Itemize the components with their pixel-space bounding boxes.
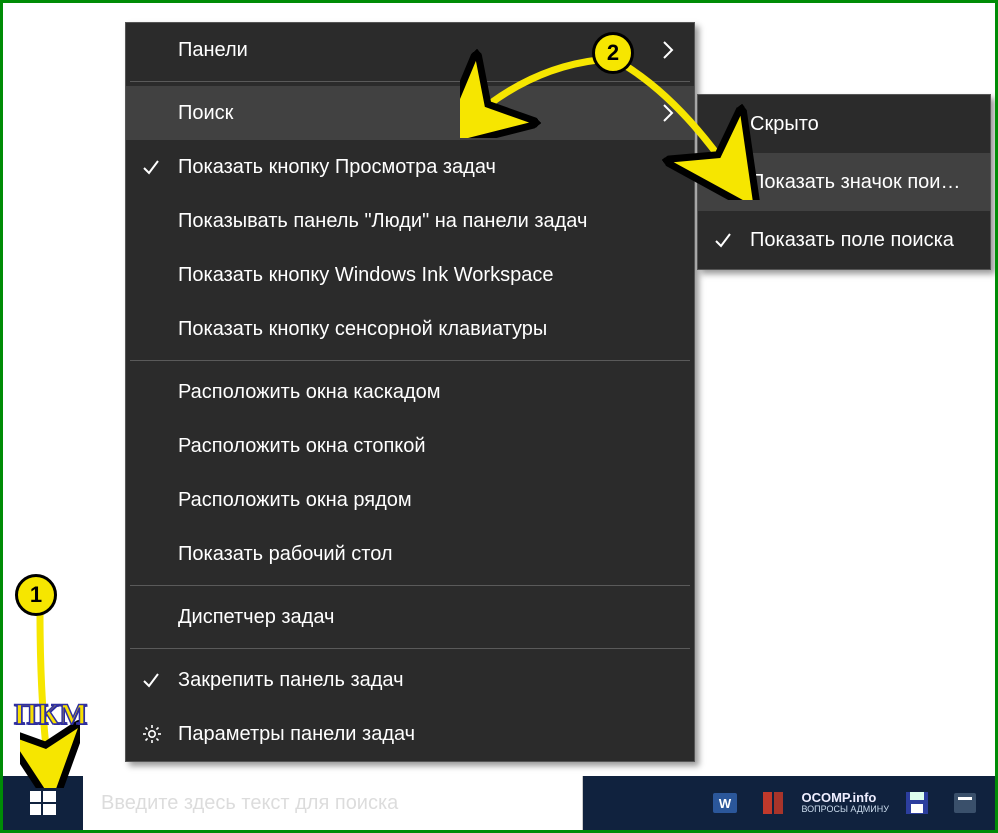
search-placeholder: Введите здесь текст для поиска bbox=[101, 792, 398, 815]
annotation-badge-2: 2 bbox=[592, 32, 634, 74]
gear-icon bbox=[142, 724, 178, 744]
menu-item-side[interactable]: Расположить окна рядом bbox=[126, 473, 694, 527]
menu-item-touch-keyboard[interactable]: Показать кнопку сенсорной клавиатуры bbox=[126, 302, 694, 356]
annotation-pkm-label: ПКМ bbox=[14, 698, 87, 732]
menu-item-ink[interactable]: Показать кнопку Windows Ink Workspace bbox=[126, 248, 694, 302]
chevron-right-icon bbox=[656, 40, 674, 60]
menu-label: Расположить окна рядом bbox=[178, 489, 674, 512]
separator bbox=[130, 585, 690, 586]
watermark-title: OCOMP.info bbox=[801, 791, 889, 805]
menu-label: Показывать панель "Люди" на панели задач bbox=[178, 210, 674, 233]
check-icon bbox=[714, 231, 750, 249]
menu-label: Поиск bbox=[178, 102, 656, 125]
windows-icon bbox=[28, 788, 58, 818]
menu-label: Скрыто bbox=[750, 113, 970, 136]
separator bbox=[130, 81, 690, 82]
menu-label: Показать кнопку Просмотра задач bbox=[178, 156, 674, 179]
annotation-badge-1: 1 bbox=[15, 574, 57, 616]
menu-label: Показать поле поиска bbox=[750, 229, 970, 252]
menu-label: Панели bbox=[178, 39, 656, 62]
save-icon[interactable] bbox=[897, 783, 937, 823]
menu-item-search[interactable]: Поиск bbox=[126, 86, 694, 140]
check-icon bbox=[142, 158, 178, 176]
menu-item-task-manager[interactable]: Диспетчер задач bbox=[126, 590, 694, 644]
menu-label: Показать рабочий стол bbox=[178, 543, 674, 566]
menu-label: Показать значок поиска bbox=[750, 171, 970, 194]
menu-item-cascade[interactable]: Расположить окна каскадом bbox=[126, 365, 694, 419]
menu-label: Показать кнопку Windows Ink Workspace bbox=[178, 264, 674, 287]
taskbar: Введите здесь текст для поиска W OCOMP.i… bbox=[3, 776, 995, 830]
app-icon[interactable] bbox=[753, 783, 793, 823]
svg-text:W: W bbox=[719, 796, 732, 811]
separator bbox=[130, 648, 690, 649]
taskbar-search-box[interactable]: Введите здесь текст для поиска bbox=[83, 776, 583, 830]
menu-item-task-view[interactable]: Показать кнопку Просмотра задач bbox=[126, 140, 694, 194]
submenu-item-hidden[interactable]: Скрыто bbox=[698, 95, 990, 153]
menu-label: Расположить окна стопкой bbox=[178, 435, 674, 458]
search-submenu: Скрыто Показать значок поиска Показать п… bbox=[697, 94, 991, 270]
separator bbox=[130, 360, 690, 361]
menu-label: Диспетчер задач bbox=[178, 606, 674, 629]
menu-label: Закрепить панель задач bbox=[178, 669, 674, 692]
start-button[interactable] bbox=[3, 776, 83, 830]
submenu-item-show-icon[interactable]: Показать значок поиска bbox=[698, 153, 990, 211]
chevron-right-icon bbox=[656, 103, 674, 123]
submenu-item-show-box[interactable]: Показать поле поиска bbox=[698, 211, 990, 269]
menu-item-taskbar-settings[interactable]: Параметры панели задач bbox=[126, 707, 694, 761]
menu-label: Параметры панели задач bbox=[178, 723, 674, 746]
app-icon-2[interactable] bbox=[945, 783, 985, 823]
menu-item-people[interactable]: Показывать панель "Люди" на панели задач bbox=[126, 194, 694, 248]
taskbar-context-menu: Панели Поиск Показать кнопку Просмотра з… bbox=[125, 22, 695, 762]
watermark-sub: ВОПРОСЫ АДМИНУ bbox=[801, 805, 889, 815]
menu-item-lock-taskbar[interactable]: Закрепить панель задач bbox=[126, 653, 694, 707]
menu-item-show-desktop[interactable]: Показать рабочий стол bbox=[126, 527, 694, 581]
menu-label: Показать кнопку сенсорной клавиатуры bbox=[178, 318, 674, 341]
menu-label: Расположить окна каскадом bbox=[178, 381, 674, 404]
taskbar-right: W OCOMP.info ВОПРОСЫ АДМИНУ bbox=[583, 776, 995, 830]
menu-item-stack[interactable]: Расположить окна стопкой bbox=[126, 419, 694, 473]
watermark: OCOMP.info ВОПРОСЫ АДМИНУ bbox=[801, 791, 889, 815]
check-icon bbox=[142, 671, 178, 689]
word-icon[interactable]: W bbox=[705, 783, 745, 823]
